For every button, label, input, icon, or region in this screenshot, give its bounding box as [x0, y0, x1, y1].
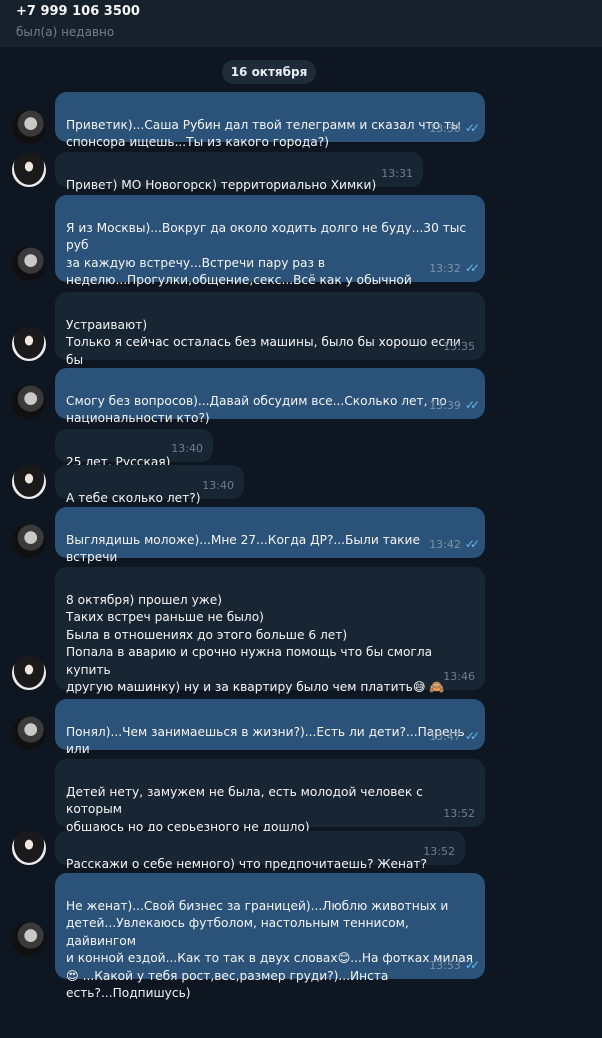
message-time: 13:52: [423, 844, 455, 858]
read-check-icon: ✓✓: [464, 536, 480, 551]
message-time: 13:47: [429, 729, 461, 743]
message-text: Смогу без вопросов)...Давай обсудим все.…: [66, 393, 447, 426]
message-time: 13:53: [429, 958, 461, 972]
avatar[interactable]: [12, 465, 46, 499]
message-time: 13:40: [171, 441, 203, 455]
message-time: 13:31: [381, 166, 413, 180]
message-meta: 13:39 ✓✓: [429, 397, 480, 415]
read-check-icon: ✓✓: [464, 397, 480, 412]
message-bubble-incoming[interactable]: Расскажи о себе немного) что предпочитае…: [55, 831, 465, 871]
message-bubble-outgoing[interactable]: Понял)...Чем занимаешься в жизни?)...Ест…: [55, 699, 485, 774]
message-bubble-incoming[interactable]: 8 октября) прошел уже) Таких встреч рань…: [55, 567, 485, 712]
message-time: 13:39: [429, 398, 461, 412]
message-bubble-incoming[interactable]: А тебе сколько лет?) 13:40: [55, 465, 244, 505]
message-time: 13:30: [429, 121, 461, 135]
avatar[interactable]: [12, 922, 46, 956]
message-bubble-incoming[interactable]: Детей нету, замужем не была, есть молодо…: [55, 759, 485, 851]
message-time: 13:42: [429, 537, 461, 551]
avatar[interactable]: [12, 327, 46, 361]
message-bubble-outgoing[interactable]: Я из Москвы)...Вокруг да около ходить до…: [55, 195, 485, 322]
message-meta: 13:47 ✓✓: [429, 728, 480, 746]
message-text: Не женат)...Свой бизнес за границей)...Л…: [66, 898, 474, 1001]
message-meta: 13:53 ✓✓: [429, 957, 480, 975]
message-time: 13:40: [202, 478, 234, 492]
contact-status: был(а) недавно: [16, 25, 115, 39]
read-check-icon: ✓✓: [464, 957, 480, 972]
date-separator: 16 октября: [222, 60, 316, 84]
message-bubble-outgoing[interactable]: Выглядишь моложе)...Мне 27...Когда ДР?..…: [55, 507, 485, 582]
avatar[interactable]: [12, 716, 46, 750]
avatar[interactable]: [12, 110, 46, 144]
message-meta: 13:32 ✓✓: [429, 260, 480, 278]
message-time: 13:46: [443, 669, 475, 683]
message-text: Расскажи о себе немного) что предпочитае…: [66, 856, 427, 871]
message-text: Приветик)...Саша Рубин дал твой телеграм…: [66, 117, 461, 150]
avatar[interactable]: [12, 831, 46, 865]
message-meta: 13:30 ✓✓: [429, 120, 480, 138]
avatar[interactable]: [12, 153, 46, 187]
message-bubble-incoming[interactable]: Устраивают) Только я сейчас осталась без…: [55, 292, 485, 384]
message-bubble-outgoing[interactable]: Приветик)...Саша Рубин дал твой телеграм…: [55, 92, 485, 149]
avatar[interactable]: [12, 656, 46, 690]
contact-phone[interactable]: +7 999 106 3500: [16, 4, 140, 19]
message-time: 13:32: [429, 261, 461, 275]
read-check-icon: ✓✓: [464, 120, 480, 135]
message-bubble-incoming[interactable]: Привет) МО Новогорск) территориально Хим…: [55, 152, 423, 192]
message-bubble-outgoing[interactable]: Не женат)...Свой бизнес за границей)...Л…: [55, 873, 485, 1000]
message-text: 8 октября) прошел уже) Таких встреч рань…: [66, 592, 445, 712]
message-bubble-incoming[interactable]: 25 лет, Русская) 13:40: [55, 429, 213, 469]
read-check-icon: ✓✓: [464, 728, 480, 743]
avatar[interactable]: [12, 247, 46, 281]
message-meta: 13:42 ✓✓: [429, 536, 480, 554]
chat-header[interactable]: +7 999 106 3500 был(а) недавно: [0, 0, 602, 47]
message-time: 13:52: [443, 806, 475, 820]
read-check-icon: ✓✓: [464, 260, 480, 275]
avatar[interactable]: [12, 385, 46, 419]
message-text: Привет) МО Новогорск) территориально Хим…: [66, 177, 377, 192]
avatar[interactable]: [12, 524, 46, 558]
message-bubble-outgoing[interactable]: Смогу без вопросов)...Давай обсудим все.…: [55, 368, 485, 425]
message-time: 13:35: [443, 339, 475, 353]
